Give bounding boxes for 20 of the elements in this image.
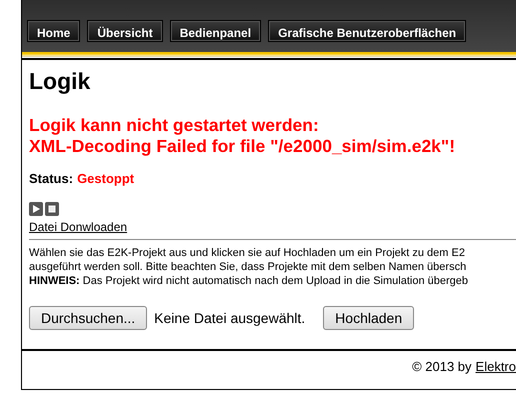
file-status: Keine Datei ausgewählt. bbox=[154, 310, 306, 326]
nav-button[interactable]: Bedienpanel bbox=[170, 20, 262, 42]
upload-button[interactable]: Hochladen bbox=[323, 306, 414, 330]
play-icon[interactable] bbox=[29, 202, 43, 216]
nav-button[interactable]: Übersicht bbox=[87, 20, 163, 42]
nav-button[interactable]: Grafische Benutzeroberflächen bbox=[268, 20, 466, 42]
footer-text: © 2013 by bbox=[412, 359, 472, 374]
status-value: Gestoppt bbox=[77, 171, 134, 186]
download-link[interactable]: Datei Donwloaden bbox=[29, 220, 128, 234]
page-title: Logik bbox=[29, 68, 92, 95]
nav-button[interactable]: Home bbox=[27, 20, 80, 42]
info-text: HINWEIS: Das Projekt wird nicht automatisch nach dem Upload in die Simulation übergeb bbox=[29, 274, 469, 288]
info-text: Wählen sie das E2K-Projekt aus und klicken sie auf Hochladen um ein Projekt zu dem E2 bbox=[29, 246, 466, 260]
info-text: ausgeführt werden soll. Bitte beachten Sie, dass Projekte mit dem selben Namen übersch bbox=[29, 260, 468, 274]
stop-icon[interactable] bbox=[45, 202, 59, 216]
error-message: Logik kann nicht gestartet werden: bbox=[29, 115, 320, 136]
browse-button[interactable]: Durchsuchen... bbox=[29, 306, 148, 330]
status-label: Status: bbox=[29, 171, 74, 186]
error-message: XML-Decoding Failed for file "/e2000_sim/sim.e2k"! bbox=[29, 136, 456, 157]
footer-link[interactable]: Elektro bbox=[476, 359, 516, 374]
